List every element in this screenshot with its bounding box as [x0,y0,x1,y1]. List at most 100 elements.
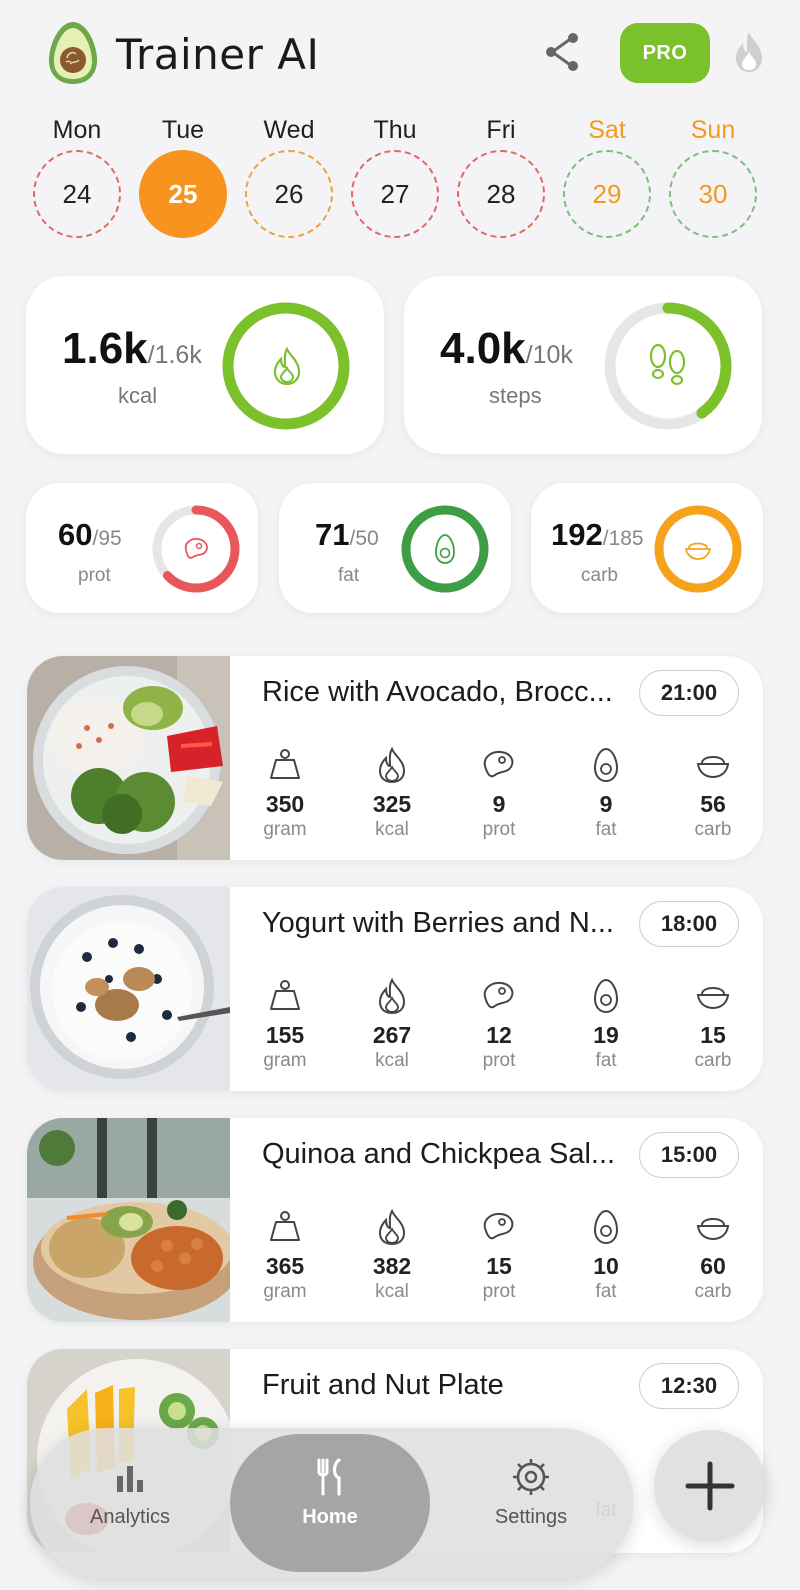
meal-stat-fat: 10 fat [561,1208,651,1304]
meal-fat-value: 10 [593,1253,619,1279]
meal-stat-kcal: 267 kcal [347,977,437,1073]
meal-fat-value: 9 [599,791,613,817]
meal-fat-value: 19 [593,1022,619,1048]
bottom-nav: Analytics Home Settings [30,1428,634,1578]
day-name: Wed [263,116,315,144]
app-header: Trainer AI PRO [0,0,800,108]
steak-icon [483,981,514,1009]
meal-carb-value: 56 [700,791,726,817]
calories-card[interactable]: 1.6k/1.6k kcal [26,276,384,454]
day-name: Sat [588,116,626,144]
carb-card[interactable]: 192/185 carb [531,483,763,613]
meal-name: Yogurt with Berries and N... [262,907,614,939]
day-fri[interactable]: Fri 28 [456,114,546,238]
carb-unit: carb [581,565,618,586]
day-sat[interactable]: Sat 29 [562,114,652,238]
day-name: Mon [52,116,102,144]
meal-stat-carb: 15 carb [668,977,758,1073]
meal-card[interactable]: Rice with Avocado, Brocc... 21:00 350 gr… [27,656,763,860]
rice-bowl-icon [696,1218,730,1241]
day-tue-selected[interactable]: Tue 25 [138,114,228,238]
add-meal-button[interactable] [654,1430,766,1542]
meal-kcal-value: 382 [372,1253,412,1279]
steps-card[interactable]: 4.0k/10k steps [404,276,762,454]
avocado-logo-icon [48,22,98,84]
day-name: Thu [373,116,417,144]
weight-icon [270,749,300,779]
meal-card[interactable]: Yogurt with Berries and N... 18:00 155 g… [27,887,763,1091]
steak-icon [483,750,514,778]
avocado-icon [593,978,619,1014]
rice-bowl-icon [696,756,730,779]
weight-icon [270,1211,300,1241]
meal-kcal-value: 267 [372,1022,412,1048]
meal-kcal-label: kcal [375,819,409,840]
meal-protein-value: 15 [486,1253,512,1279]
nav-home-active[interactable]: Home [230,1434,430,1572]
meal-stat-protein: 12 prot [454,977,544,1073]
meal-weight-label: gram [263,1050,307,1071]
day-mon[interactable]: Mon 24 [32,114,122,238]
weight-icon [270,980,300,1010]
share-icon[interactable] [542,30,582,74]
meal-time-badge: 21:00 [639,670,739,716]
flame-icon [378,1208,406,1246]
day-number: 25 [139,150,227,238]
plus-icon [685,1461,735,1511]
fat-goal: /50 [349,527,379,550]
steps-goal: /10k [525,341,573,369]
streak-flame-icon[interactable] [732,30,766,74]
rice-bowl-icon [684,542,712,560]
day-wed[interactable]: Wed 26 [244,114,334,238]
fat-card[interactable]: 71/50 fat [279,483,511,613]
day-number: 27 [351,150,439,238]
day-number: 24 [33,150,121,238]
day-thu[interactable]: Thu 27 [350,114,440,238]
calories-unit: kcal [118,383,158,408]
fat-value-line: 71/50 [315,517,379,553]
pro-button[interactable]: PRO [620,23,710,83]
meal-carb-value: 15 [700,1022,726,1048]
avocado-icon [593,1209,619,1245]
steps-unit: steps [489,383,542,408]
meal-kcal-label: kcal [375,1050,409,1071]
day-sun[interactable]: Sun 30 [668,114,758,238]
meal-stat-protein: 15 prot [454,1208,544,1304]
fork-knife-icon [317,1458,341,1496]
meal-photo-quinoa-chickpea [27,1118,230,1322]
meal-stat-weight: 155 gram [240,977,330,1073]
steak-icon [184,537,208,559]
meal-stat-protein: 9 prot [454,746,544,842]
week-day-selector: Mon 24 Tue 25 Wed 26 Thu 27 Fri 28 Sat 2… [0,114,800,244]
meal-stat-weight: 365 gram [240,1208,330,1304]
meal-protein-value: 9 [492,791,506,817]
meal-photo-rice-avocado [27,656,230,860]
flame-icon [378,746,406,784]
meal-carb-value: 60 [700,1253,726,1279]
carb-goal: /185 [602,527,644,550]
carb-value-line: 192/185 [551,517,644,553]
app-title: Trainer AI [116,30,320,79]
calories-goal: /1.6k [147,341,202,369]
protein-goal: /95 [92,527,122,550]
meal-kcal-label: kcal [375,1281,409,1302]
fat-value: 71 [315,517,350,552]
meal-carb-label: carb [694,1281,732,1302]
protein-value: 60 [58,517,93,552]
day-number: 29 [563,150,651,238]
protein-card[interactable]: 60/95 prot [26,483,258,613]
meal-weight-value: 365 [265,1253,305,1279]
meal-protein-value: 12 [486,1022,512,1048]
nav-analytics[interactable]: Analytics [35,1428,225,1578]
flame-icon [273,346,301,386]
fat-unit: fat [338,565,360,586]
avocado-icon [593,747,619,783]
meal-protein-label: prot [482,1281,516,1302]
flame-icon [378,977,406,1015]
nav-settings[interactable]: Settings [436,1428,626,1578]
meal-photo-yogurt-berries [27,887,230,1091]
meal-fat-label: fat [595,1281,617,1302]
meal-fat-label: fat [595,819,617,840]
meal-time-badge: 18:00 [639,901,739,947]
meal-card[interactable]: Quinoa and Chickpea Sal... 15:00 365 gra… [27,1118,763,1322]
